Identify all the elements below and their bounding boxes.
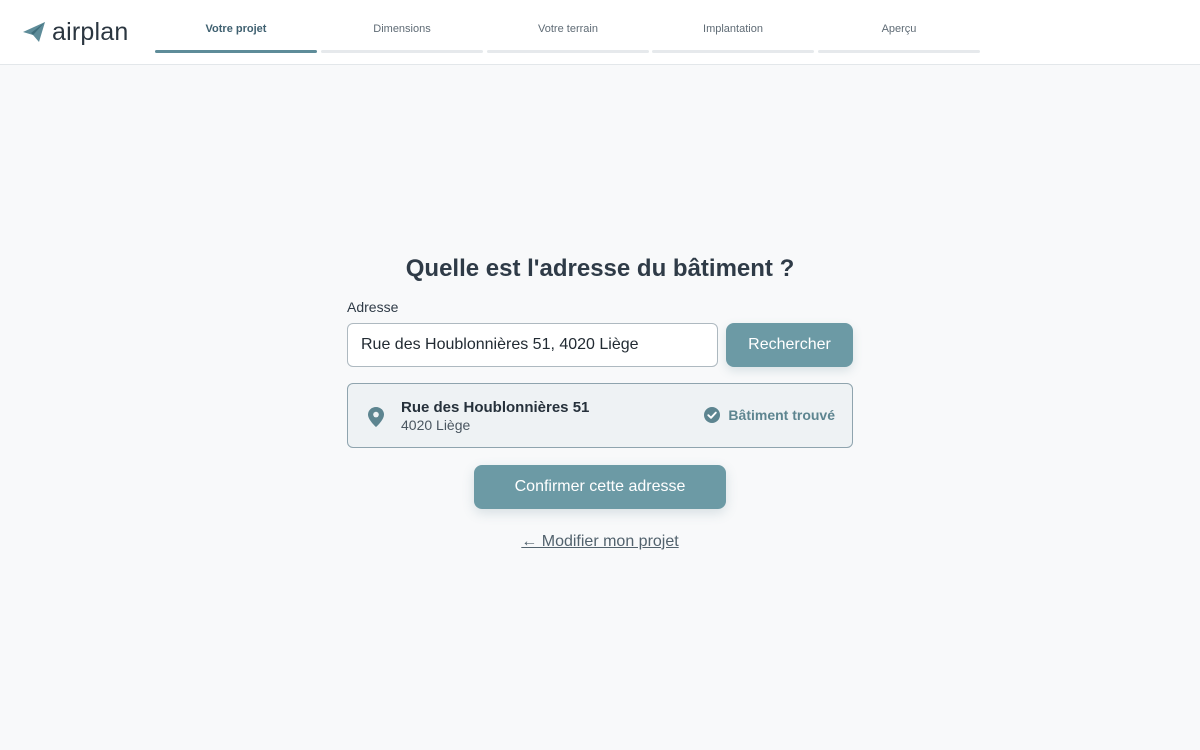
confirm-address-button[interactable]: Confirmer cette adresse — [474, 465, 726, 509]
step-progress-bar — [155, 50, 317, 53]
step-progress-bar — [321, 50, 483, 53]
step-votre-terrain[interactable]: Votre terrain — [487, 0, 649, 53]
step-label: Aperçu — [881, 23, 917, 35]
address-result-card[interactable]: Rue des Houblonnières 51 4020 Liège Bâti… — [347, 383, 853, 448]
step-label: Votre terrain — [538, 23, 598, 35]
search-button[interactable]: Rechercher — [726, 323, 853, 367]
building-found-status: Bâtiment trouvé — [704, 407, 835, 423]
brand-name: airplan — [52, 17, 129, 46]
address-label: Adresse — [347, 299, 399, 315]
step-implantation[interactable]: Implantation — [652, 0, 814, 53]
step-votre-projet[interactable]: Votre projet — [155, 0, 317, 53]
map-pin-icon — [368, 407, 384, 427]
step-label: Dimensions — [373, 23, 431, 35]
top-navigation: airplan Votre projet Dimensions Votre te… — [0, 0, 1200, 65]
step-dimensions[interactable]: Dimensions — [321, 0, 483, 53]
result-street: Rue des Houblonnières 51 — [401, 399, 590, 416]
logo[interactable]: airplan — [22, 17, 128, 47]
modify-project-link[interactable]: ← Modifier mon projet — [0, 533, 1200, 551]
step-label: Implantation — [703, 23, 763, 35]
result-city: 4020 Liège — [401, 417, 471, 433]
step-progress-bar — [487, 50, 649, 53]
progress-steps: Votre projet Dimensions Votre terrain Im… — [155, 0, 981, 65]
page-title: Quelle est l'adresse du bâtiment ? — [405, 255, 795, 282]
step-progress-bar — [818, 50, 980, 53]
paper-plane-icon — [22, 21, 46, 43]
status-label: Bâtiment trouvé — [728, 407, 835, 423]
step-label: Votre projet — [205, 23, 267, 35]
step-apercu[interactable]: Aperçu — [818, 0, 980, 53]
check-circle-icon — [704, 407, 721, 423]
step-progress-bar — [652, 50, 814, 53]
address-input[interactable] — [347, 323, 718, 367]
